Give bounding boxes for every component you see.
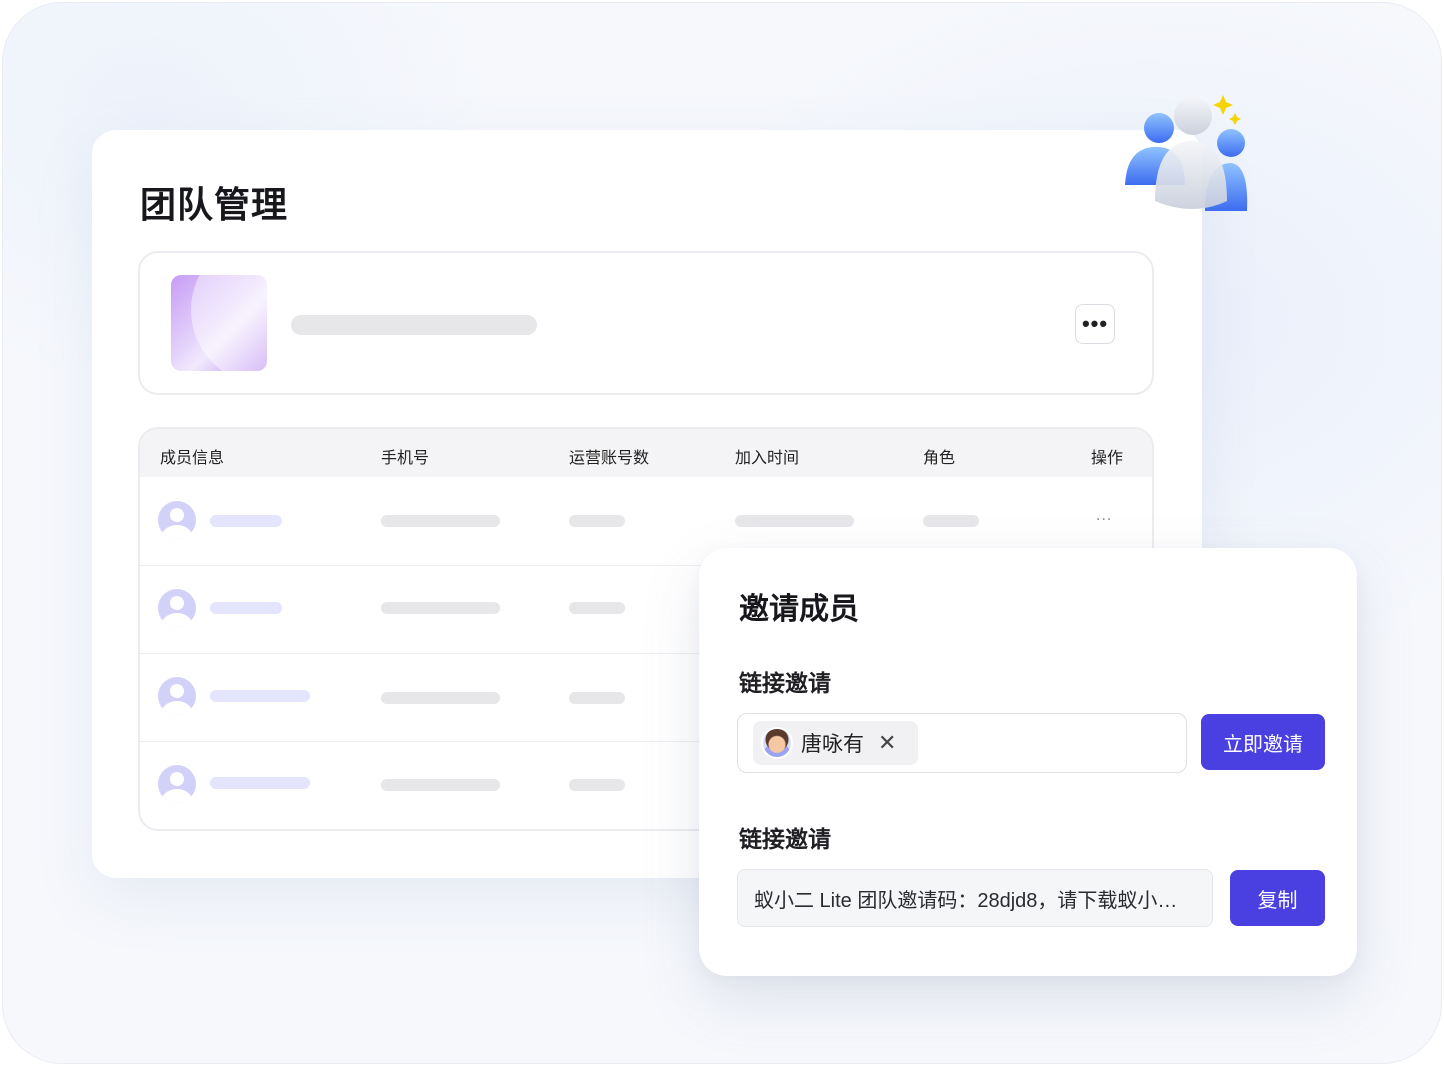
role-placeholder: [923, 515, 979, 527]
header-member-info: 成员信息: [160, 450, 225, 467]
member-avatar-icon: [761, 727, 793, 759]
user-avatar-icon: [158, 501, 196, 539]
team-info-panel: •••: [138, 251, 1154, 395]
more-icon: •••: [1081, 311, 1109, 336]
phone-placeholder: [381, 779, 500, 791]
member-select-input[interactable]: 唐咏有 ✕: [737, 713, 1187, 773]
invite-member-dialog: 邀请成员 链接邀请 唐咏有 ✕ 立即邀请 链接邀请 蚁小二 Lite 团队邀请码…: [699, 548, 1357, 976]
header-join-time: 加入时间: [735, 450, 800, 467]
account-count-placeholder: [569, 779, 625, 791]
join-time-placeholder: [735, 515, 854, 527]
row-more-icon[interactable]: ...: [1096, 507, 1112, 525]
selected-member-name: 唐咏有: [801, 733, 864, 756]
close-icon[interactable]: ✕: [878, 732, 896, 754]
member-name-placeholder: [210, 777, 310, 789]
header-actions: 操作: [1091, 450, 1124, 467]
invite-code-field[interactable]: 蚁小二 Lite 团队邀请码：28djd8，请下载蚁小二 Lite: [737, 869, 1213, 927]
selected-member-tag: 唐咏有 ✕: [753, 721, 918, 765]
account-count-placeholder: [569, 602, 625, 614]
background-frame: 团队管理 ••• 成员信息 手机号 运营账号数 加入时间 角色 操作 ... 邀…: [2, 2, 1442, 1064]
phone-placeholder: [381, 602, 500, 614]
header-account-count: 运营账号数: [569, 450, 650, 467]
team-members-illustration: [1125, 95, 1248, 211]
team-avatar-icon: [171, 275, 267, 371]
team-name-placeholder: [291, 315, 537, 335]
header-role: 角色: [923, 450, 956, 467]
team-more-button[interactable]: •••: [1075, 304, 1115, 344]
invite-now-button[interactable]: 立即邀请: [1201, 714, 1325, 770]
member-name-placeholder: [210, 690, 310, 702]
user-avatar-icon: [158, 589, 196, 627]
member-name-placeholder: [210, 602, 282, 614]
invite-code-label: 链接邀请: [739, 826, 831, 852]
header-phone: 手机号: [381, 450, 430, 467]
user-avatar-icon: [158, 765, 196, 803]
invite-dialog-title: 邀请成员: [739, 593, 859, 626]
account-count-placeholder: [569, 692, 625, 704]
table-header: 成员信息 手机号 运营账号数 加入时间 角色 操作: [140, 429, 1152, 477]
account-count-placeholder: [569, 515, 625, 527]
link-invite-label: 链接邀请: [739, 670, 831, 696]
phone-placeholder: [381, 515, 500, 527]
phone-placeholder: [381, 692, 500, 704]
page-title: 团队管理: [140, 184, 289, 225]
copy-button[interactable]: 复制: [1230, 870, 1325, 926]
invite-code-text: 蚁小二 Lite 团队邀请码：28djd8，请下载蚁小二 Lite: [754, 889, 1196, 912]
member-name-placeholder: [210, 515, 282, 527]
user-avatar-icon: [158, 677, 196, 715]
